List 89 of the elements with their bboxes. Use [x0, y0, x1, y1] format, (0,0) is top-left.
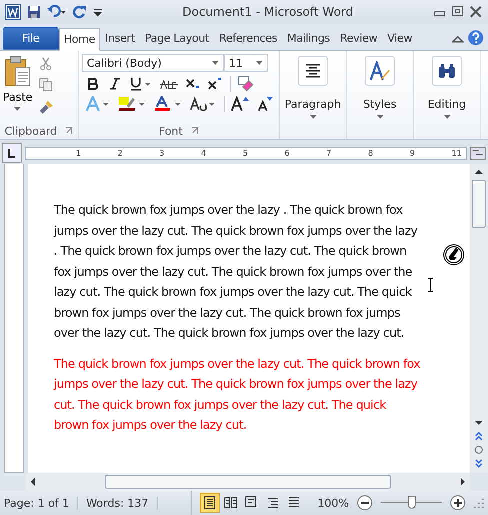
- ruler-number: 6: [284, 148, 290, 158]
- ribbon-tab[interactable]: Page Layout: [140, 27, 214, 50]
- styles-icon: [369, 61, 391, 81]
- change-case-icon[interactable]: [190, 96, 216, 112]
- copy-icon[interactable]: [38, 78, 53, 92]
- view-ruler-icon[interactable]: [470, 145, 486, 161]
- group-label: Font: [159, 124, 183, 138]
- scroll-thumb[interactable]: [105, 475, 391, 489]
- word-count[interactable]: Words: 137: [86, 496, 158, 510]
- close-icon[interactable]: [469, 6, 483, 18]
- editing-group-button[interactable]: Editing: [428, 56, 466, 119]
- ruler-number: 7: [326, 148, 332, 158]
- document-paragraph: The quick brown fox jumps over the lazy . The quick brown fox jumps over the lazy cut. The quick brown fox jumps over the lazy . The quick brown fox jumps over the lazy cut. The quick brown fox jumps over the lazy cut. The quick brown fox jumps over the lazy cut. The quick brown fox jumps over the lazy cut. The quick brown fox jumps over the lazy cut. The quick brown fox jumps over the lazy cut. The quick brown fox jumps over the lazy cut.: [54, 202, 419, 342]
- ruler-number: 9: [410, 148, 416, 158]
- ruler-number: 3: [160, 148, 165, 158]
- zoom-level[interactable]: 100%: [318, 496, 350, 510]
- resize-grip-icon[interactable]: [474, 498, 484, 508]
- ribbon-tab[interactable]: Insert: [100, 27, 140, 50]
- scroll-right-icon[interactable]: [459, 477, 467, 487]
- group-label: Clipboard: [4, 124, 58, 138]
- scroll-left-icon[interactable]: [29, 477, 37, 487]
- document-paragraph: The quick brown fox jumps over the lazy cut. The quick brown fox jumps over the lazy cut. The quick brown fox jumps over the lazy cut. The quick brown fox jumps over the lazy cut. The quick brown fox jumps over the lazy cut.: [54, 356, 422, 434]
- font-size-dropdown[interactable]: 11: [224, 54, 268, 72]
- subscript-icon[interactable]: [186, 77, 200, 91]
- clear-formatting-icon[interactable]: [230, 76, 255, 92]
- next-page-icon[interactable]: [474, 459, 484, 469]
- tab-selector-icon[interactable]: [2, 143, 22, 163]
- drag-cursor-icon: [443, 244, 465, 266]
- zoom-out-icon[interactable]: [357, 495, 374, 511]
- print-view-button[interactable]: [200, 493, 220, 513]
- paragraph-group-button[interactable]: Paragraph: [284, 56, 342, 119]
- superscript-icon[interactable]: [208, 77, 222, 91]
- ribbon-tab[interactable]: Home: [59, 28, 100, 51]
- ruler-number: 1: [76, 148, 82, 158]
- ribbon-tab[interactable]: Mailings: [282, 27, 336, 50]
- scroll-up-icon[interactable]: [474, 168, 484, 176]
- ruler-number: 5: [243, 148, 248, 158]
- paste-button[interactable]: Paste: [3, 54, 33, 115]
- zoom-in-icon[interactable]: [450, 495, 466, 511]
- restore-icon[interactable]: [451, 6, 465, 18]
- save-icon[interactable]: [27, 5, 41, 19]
- ribbon-tab[interactable]: Review: [335, 27, 383, 50]
- ruler-number: 2: [118, 148, 123, 158]
- dropdown-arrow-icon: [444, 115, 450, 119]
- word-logo-icon: [5, 4, 21, 20]
- dropdown-arrow-icon: [212, 61, 219, 65]
- ruler-number: 11: [452, 148, 462, 158]
- dropdown-arrow-icon: [256, 61, 263, 65]
- browse-object-icon[interactable]: [474, 445, 484, 455]
- horizontal-scrollbar[interactable]: [26, 473, 470, 491]
- font-family-dropdown[interactable]: Calibri (Body): [82, 54, 224, 72]
- scissors-icon[interactable]: [38, 57, 53, 71]
- window-title: Document1 - Microsoft Word: [181, 5, 355, 19]
- file-tab[interactable]: File: [3, 27, 59, 50]
- strikethrough-icon[interactable]: [160, 77, 178, 91]
- align-center-icon: [305, 64, 321, 78]
- page-count[interactable]: Page: 1 of 1: [4, 496, 78, 510]
- scroll-down-icon[interactable]: [474, 419, 484, 427]
- dropdown-arrow-icon: [376, 115, 384, 119]
- view-icon: [202, 495, 218, 511]
- clipboard-icon: [4, 56, 32, 88]
- highlight-icon[interactable]: [118, 96, 146, 112]
- redo-icon[interactable]: [73, 5, 87, 19]
- dropdown-arrow-icon: [14, 107, 22, 111]
- dropdown-arrow-icon: [310, 115, 316, 119]
- underline-icon[interactable]: [130, 77, 152, 91]
- previous-page-icon[interactable]: [474, 431, 484, 441]
- styles-group-button[interactable]: Styles: [363, 56, 397, 119]
- binoculars-icon: [437, 63, 457, 79]
- slider-thumb[interactable]: [408, 496, 416, 509]
- undo-icon[interactable]: [47, 5, 67, 19]
- text-cursor-icon: [428, 278, 433, 292]
- grow-font-icon[interactable]: [224, 96, 249, 112]
- bold-icon[interactable]: [86, 77, 100, 91]
- vertical-scrollbar[interactable]: [470, 164, 488, 473]
- scroll-thumb[interactable]: [472, 180, 486, 228]
- italic-icon[interactable]: [108, 77, 122, 91]
- help-icon[interactable]: [468, 30, 484, 46]
- ruler-number: 8: [368, 148, 374, 158]
- ribbon-tab[interactable]: References: [214, 27, 282, 50]
- ribbon-tab[interactable]: View: [382, 27, 418, 50]
- shrink-font-icon[interactable]: [257, 96, 273, 112]
- brush-icon[interactable]: [38, 99, 55, 115]
- font-color-icon[interactable]: [154, 96, 182, 112]
- dialog-launcher-icon[interactable]: [65, 127, 74, 135]
- dialog-launcher-icon[interactable]: [190, 127, 199, 135]
- ruler-number: 4: [201, 148, 206, 158]
- minimize-ribbon-icon[interactable]: [452, 34, 464, 44]
- view-icon: [222, 495, 239, 511]
